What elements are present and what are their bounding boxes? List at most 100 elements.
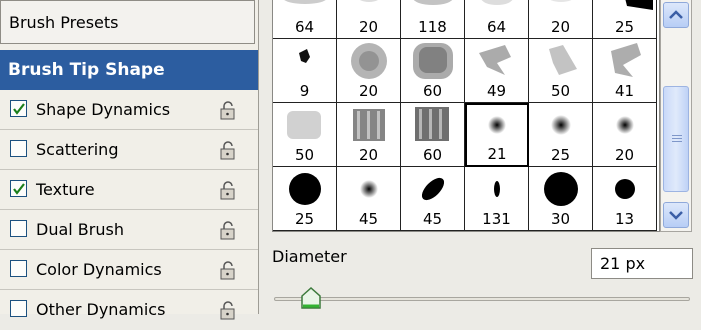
option-scattering[interactable]: Scattering — [0, 130, 258, 170]
shape-dynamics-checkbox[interactable] — [10, 100, 27, 117]
brush-size-label: 45 — [422, 210, 443, 228]
brush-preview-icon — [615, 179, 635, 199]
brush-tip-grid: 64 20 118 64 20 25 9 20 60 49 50 41 50 2… — [272, 0, 660, 232]
dual-brush-checkbox[interactable] — [10, 220, 27, 237]
color-dynamics-checkbox[interactable] — [10, 260, 27, 277]
lock-icon[interactable] — [218, 101, 238, 121]
diameter-input[interactable]: 21 px — [591, 248, 693, 279]
brush-cell-selected[interactable]: 21 — [465, 103, 529, 167]
brush-preview-icon — [611, 43, 641, 77]
brush-presets-button[interactable]: Brush Presets — [0, 0, 255, 44]
brush-cell[interactable]: 45 — [337, 167, 401, 231]
brush-preview-icon — [494, 181, 500, 197]
brush-preview-icon — [284, 0, 326, 4]
brush-cell[interactable]: 49 — [465, 39, 529, 103]
brush-preview-icon — [413, 0, 453, 5]
brush-cell[interactable]: 13 — [593, 167, 657, 231]
brush-cell[interactable]: 118 — [401, 0, 465, 39]
option-label: Other Dynamics — [36, 300, 166, 319]
brush-cell[interactable]: 25 — [273, 167, 337, 231]
brush-cell[interactable]: 64 — [273, 0, 337, 39]
brush-preview-icon — [360, 0, 378, 2]
brush-size-label: 41 — [614, 82, 635, 100]
option-shape-dynamics[interactable]: Shape Dynamics — [0, 90, 258, 130]
brush-size-label: 20 — [614, 146, 635, 164]
brush-size-label: 118 — [418, 18, 447, 36]
option-texture[interactable]: Texture — [0, 170, 258, 210]
brush-size-label: 131 — [482, 210, 511, 228]
brush-size-label: 20 — [358, 18, 379, 36]
lock-icon[interactable] — [218, 181, 238, 201]
brush-cell[interactable]: 131 — [465, 167, 529, 231]
brush-size-label: 60 — [422, 82, 443, 100]
brush-tip-shape-item[interactable]: Brush Tip Shape — [0, 50, 258, 90]
brush-size-label: 64 — [486, 18, 507, 36]
brush-size-label: 9 — [299, 82, 310, 100]
diameter-slider-track[interactable] — [274, 297, 690, 301]
brush-preview-icon — [353, 109, 385, 141]
brush-cell[interactable]: 45 — [401, 167, 465, 231]
brush-preview-icon — [299, 49, 310, 63]
brush-preview-icon — [360, 180, 378, 198]
brush-cell[interactable]: 60 — [401, 39, 465, 103]
option-label: Dual Brush — [36, 220, 124, 239]
brush-size-label: 30 — [550, 210, 571, 228]
brush-cell[interactable]: 50 — [273, 103, 337, 167]
brush-size-label: 49 — [486, 82, 507, 100]
brush-grid-scrollbar[interactable] — [660, 0, 692, 232]
brush-cell[interactable]: 20 — [593, 103, 657, 167]
brush-cell[interactable]: 60 — [401, 103, 465, 167]
brush-cell[interactable]: 30 — [529, 167, 593, 231]
option-color-dynamics[interactable]: Color Dynamics — [0, 250, 258, 290]
brush-cell[interactable]: 25 — [529, 103, 593, 167]
scattering-checkbox[interactable] — [10, 140, 27, 157]
chevron-down-icon — [669, 211, 683, 220]
brush-preview-icon — [479, 45, 511, 75]
texture-checkbox[interactable] — [10, 180, 27, 197]
brush-cell[interactable]: 41 — [593, 39, 657, 103]
scroll-down-button[interactable] — [663, 202, 689, 228]
brush-preview-icon — [287, 111, 321, 139]
brush-size-label: 20 — [358, 146, 379, 164]
option-label: Color Dynamics — [36, 260, 162, 279]
brush-preview-icon — [415, 107, 449, 141]
lock-icon[interactable] — [218, 301, 238, 321]
lock-icon[interactable] — [218, 141, 238, 161]
option-other-dynamics[interactable]: Other Dynamics — [0, 290, 258, 330]
brush-cell[interactable]: 50 — [529, 39, 593, 103]
brush-size-label: 25 — [550, 146, 571, 164]
brush-size-label: 25 — [294, 210, 315, 228]
brush-cell[interactable]: 20 — [337, 103, 401, 167]
brush-size-label: 50 — [550, 82, 571, 100]
brush-cell[interactable]: 20 — [337, 0, 401, 39]
diameter-label: Diameter — [272, 247, 347, 266]
option-label: Shape Dynamics — [36, 100, 171, 119]
brush-preview-icon — [413, 43, 453, 79]
brush-cell[interactable]: 9 — [273, 39, 337, 103]
brush-size-label: 50 — [294, 146, 315, 164]
brush-cell[interactable]: 25 — [593, 0, 657, 39]
brush-size-label: 20 — [550, 18, 571, 36]
scroll-thumb[interactable] — [663, 86, 689, 192]
brush-preview-icon — [549, 45, 577, 75]
checkmark-icon — [13, 183, 25, 195]
brush-cell[interactable]: 64 — [465, 0, 529, 39]
brush-preview-icon — [481, 0, 513, 5]
checkmark-icon — [13, 103, 25, 115]
brush-size-label: 21 — [487, 145, 507, 163]
brush-cell[interactable]: 20 — [337, 39, 401, 103]
option-label: Texture — [36, 180, 95, 199]
brush-cell[interactable]: 20 — [529, 0, 593, 39]
brush-preview-icon — [289, 173, 321, 205]
chevron-up-icon — [669, 10, 683, 19]
brush-preview-icon — [625, 0, 653, 10]
scroll-up-button[interactable] — [663, 2, 689, 28]
lock-icon[interactable] — [218, 261, 238, 281]
diameter-slider-handle[interactable] — [300, 286, 322, 310]
brush-size-label: 60 — [422, 146, 443, 164]
brush-preview-icon — [551, 115, 571, 135]
option-dual-brush[interactable]: Dual Brush — [0, 210, 258, 250]
brush-preview-icon — [351, 43, 387, 79]
lock-icon[interactable] — [218, 221, 238, 241]
other-dynamics-checkbox[interactable] — [10, 300, 27, 317]
